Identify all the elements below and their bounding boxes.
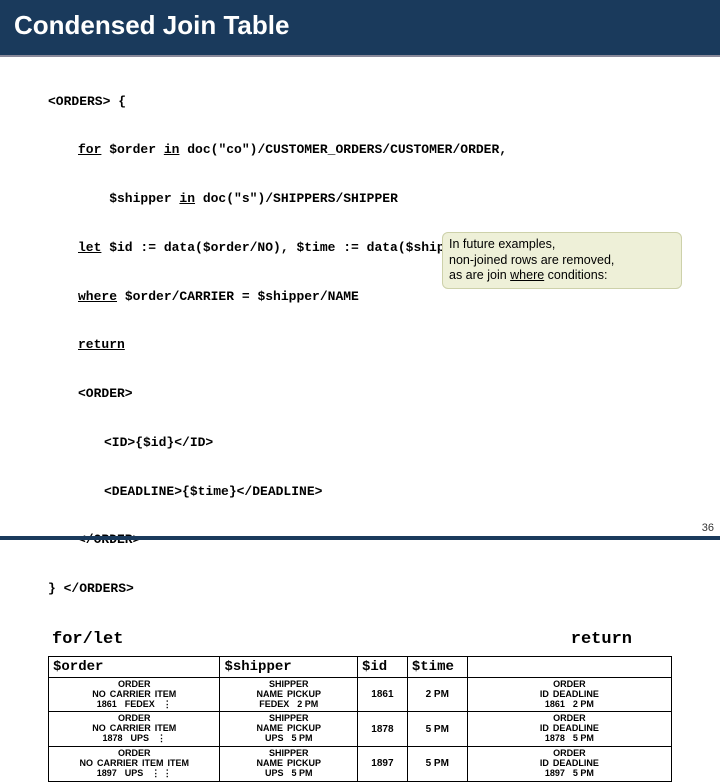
forlet-label: for/let <box>52 630 123 649</box>
slide-title: Condensed Join Table <box>14 10 706 41</box>
slide-content: <ORDERS> { for $order in doc("co")/CUSTO… <box>0 57 720 782</box>
hdr-order: $order <box>49 657 220 677</box>
kw-for: for <box>78 142 101 157</box>
code-l1: <ORDERS> { <box>48 94 126 109</box>
slide-header: Condensed Join Table <box>0 0 720 57</box>
table-row: ORDER NOCARRIERITEM 1878UPS⋮ SHIPPER NAM… <box>49 712 671 747</box>
xquery-code-block: <ORDERS> { for $order in doc("co")/CUSTO… <box>48 61 690 630</box>
kw-where: where <box>78 289 117 304</box>
callout-note: In future examples, non-joined rows are … <box>442 232 682 289</box>
kw-in2: in <box>179 191 195 206</box>
hdr-time: $time <box>408 657 468 677</box>
return-label: return <box>571 630 632 649</box>
hdr-id: $id <box>358 657 408 677</box>
join-table-header: $order $shipper $id $time <box>49 657 671 678</box>
kw-return: return <box>78 337 125 352</box>
hdr-return <box>468 657 671 677</box>
table-row: ORDER NOCARRIERITEMITEM 1897UPS⋮ ⋮ SHIPP… <box>49 747 671 781</box>
kw-in: in <box>164 142 180 157</box>
hdr-shipper: $shipper <box>220 657 358 677</box>
footer-bar <box>0 536 720 540</box>
table-row: ORDER NOCARRIERITEM 1861FEDEX⋮ SHIPPER N… <box>49 678 671 713</box>
slide-number: 36 <box>702 522 714 534</box>
kw-let: let <box>78 240 101 255</box>
join-table: $order $shipper $id $time ORDER NOCARRIE… <box>48 656 672 782</box>
